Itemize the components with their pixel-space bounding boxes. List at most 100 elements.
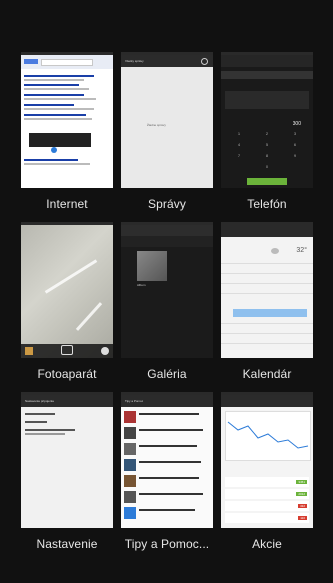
calendar-divider	[221, 323, 313, 324]
fotoaparat-thumbnail[interactable]	[21, 222, 113, 358]
dial-key-8: 8	[265, 153, 269, 158]
app-label-galeria: Galéria	[147, 367, 187, 381]
dial-key-9: 9	[293, 153, 297, 158]
kalendar-thumbnail[interactable]: 32°	[221, 222, 313, 358]
tip-image-icon	[124, 443, 136, 455]
app-label-telefon: Telefón	[247, 197, 287, 211]
tip-text-icon	[139, 413, 199, 415]
gallery-preview-icon	[25, 347, 33, 355]
dial-key-0: 0	[265, 164, 269, 169]
nastavenie-thumbnail[interactable]: Nastavenie pripojenia	[21, 392, 113, 528]
share-toolbar-icon	[29, 133, 91, 147]
dial-key-2: 2	[265, 131, 269, 136]
calendar-divider	[221, 293, 313, 294]
album-thumbnail-icon	[137, 251, 167, 281]
tipy-thumbnail[interactable]: Tipy a Pomoc	[121, 392, 213, 528]
result-text-icon	[24, 98, 96, 100]
dial-key-1: 1	[237, 131, 241, 136]
contact-list-area	[225, 91, 309, 109]
tip-text-icon	[139, 509, 195, 511]
tip-text-icon	[139, 445, 197, 447]
dialer-tabs	[221, 71, 313, 79]
search-field-icon	[41, 59, 93, 66]
tip-image-icon	[124, 475, 136, 487]
stock-value: 2012	[296, 492, 307, 496]
selection-handle-icon	[51, 147, 57, 153]
calendar-event-icon	[233, 309, 307, 317]
stock-value: 110	[298, 516, 307, 520]
stock-chart-icon	[225, 411, 311, 461]
calendar-divider	[221, 343, 313, 344]
stock-row: 3451	[225, 477, 309, 487]
tip-image-icon	[124, 507, 136, 519]
result-text-icon	[24, 163, 90, 165]
tip-image-icon	[124, 411, 136, 423]
tip-image-icon	[124, 427, 136, 439]
weather-temperature: 32°	[296, 247, 307, 254]
mode-icon	[101, 347, 109, 355]
messages-title: Všetky správy	[125, 59, 144, 63]
result-link-icon	[24, 94, 84, 96]
stock-row: 2012	[225, 489, 309, 499]
settings-item-icon	[25, 421, 47, 423]
cloud-icon	[271, 248, 279, 254]
light-streak-icon	[75, 302, 103, 331]
result-link-icon	[24, 84, 79, 86]
stock-value: 3451	[296, 480, 307, 484]
calendar-header	[221, 225, 313, 237]
light-streak-icon	[44, 259, 98, 294]
app-label-fotoaparat: Fotoaparát	[37, 367, 97, 381]
gallery-header	[121, 225, 213, 236]
tip-text-icon	[139, 477, 199, 479]
tip-image-icon	[124, 491, 136, 503]
app-label-tipy: Tipy a Pomoc...	[124, 537, 210, 551]
dialer-header	[221, 55, 313, 67]
calendar-divider	[221, 263, 313, 264]
akcie-thumbnail[interactable]: 3451 2012 432 110	[221, 392, 313, 528]
result-text-icon	[24, 108, 94, 110]
shutter-icon	[61, 345, 73, 355]
app-label-kalendar: Kalendár	[242, 367, 292, 381]
settings-title: Nastavenie pripojenia	[25, 399, 54, 403]
result-text-icon	[24, 88, 89, 90]
dial-key-7: 7	[237, 153, 241, 158]
galeria-thumbnail[interactable]: Album	[121, 222, 213, 358]
result-link-icon	[24, 75, 94, 77]
dial-key-4: 4	[237, 142, 241, 147]
result-text-icon	[24, 118, 92, 120]
stocks-header	[221, 395, 313, 407]
spravy-thumbnail[interactable]: Všetky správy Žiadne správy	[121, 52, 213, 188]
call-button-icon	[247, 178, 287, 185]
app-label-internet: Internet	[46, 197, 88, 211]
settings-item-icon	[25, 429, 75, 431]
calendar-divider	[221, 333, 313, 334]
dial-key-5: 5	[265, 142, 269, 147]
tips-title: Tipy a Pomoc	[125, 399, 144, 403]
gallery-tabs	[121, 236, 213, 247]
stock-row: 110	[225, 513, 309, 523]
stock-value: 432	[297, 504, 307, 508]
calendar-divider	[221, 273, 313, 274]
result-link-icon	[24, 114, 86, 116]
tip-text-icon	[139, 493, 203, 495]
result-link-icon	[24, 159, 78, 161]
messages-empty-text: Žiadne správy	[147, 123, 166, 127]
dial-key-3: 3	[293, 131, 297, 136]
app-label-spravy: Správy	[148, 197, 186, 211]
search-logo-icon	[24, 59, 38, 64]
tip-text-icon	[139, 429, 203, 431]
internet-thumbnail[interactable]	[21, 52, 113, 188]
stock-row: 432	[225, 501, 309, 511]
tip-text-icon	[139, 461, 201, 463]
search-icon	[201, 58, 208, 65]
recent-apps-screen: Internet Všetky správy Žiadne správy Spr…	[0, 0, 333, 583]
calendar-divider	[221, 283, 313, 284]
settings-item-icon	[25, 413, 55, 415]
dial-key-6: 6	[293, 142, 297, 147]
app-label-nastavenie: Nastavenie	[36, 537, 98, 551]
album-name: Album	[137, 283, 146, 287]
result-link-icon	[24, 104, 74, 106]
dialed-number: 300	[292, 121, 301, 127]
telefon-thumbnail[interactable]: 300 1 2 3 4 5 6 7 8 9 0	[221, 52, 313, 188]
app-label-akcie: Akcie	[252, 537, 282, 551]
